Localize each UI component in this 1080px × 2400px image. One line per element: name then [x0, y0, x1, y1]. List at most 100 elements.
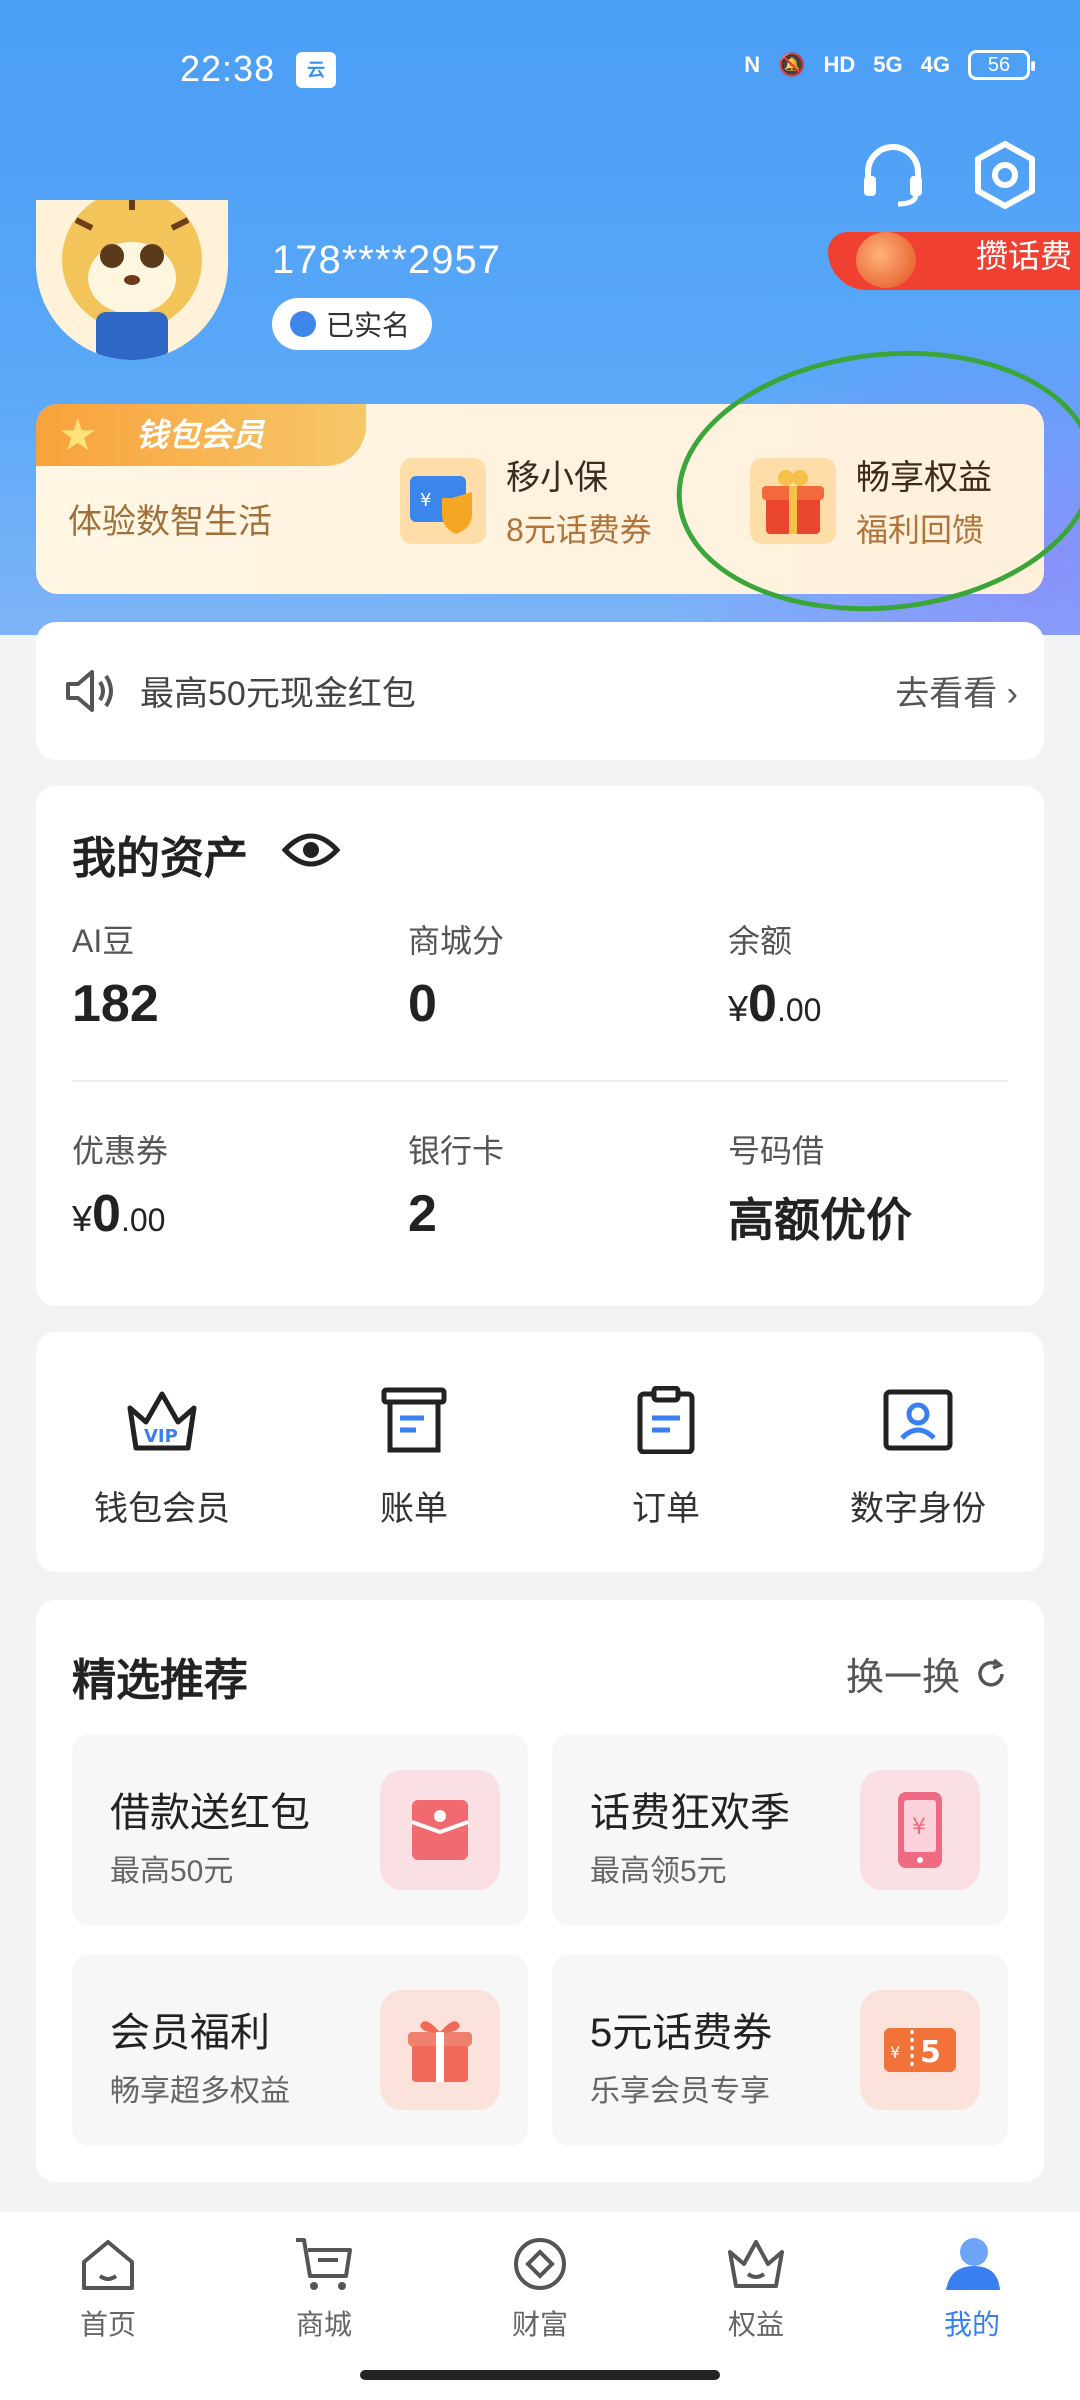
- headset-icon[interactable]: [858, 140, 928, 210]
- settings-hexagon-icon[interactable]: [970, 140, 1040, 210]
- svg-text:¥: ¥: [420, 490, 431, 511]
- recommend-item-title: 借款送红包: [110, 1791, 310, 1835]
- bill-icon: [381, 1387, 447, 1453]
- quick-actions-card: VIP 钱包会员 账单 订单 数字身份: [36, 1332, 1044, 1572]
- order-clipboard-icon: [637, 1385, 695, 1455]
- recommend-item-title: 话费狂欢季: [590, 1791, 790, 1835]
- svg-text:VIP: VIP: [144, 1426, 178, 1447]
- home-icon: [82, 2240, 134, 2290]
- user-verified-icon: [290, 311, 316, 337]
- recommend-item-subtitle: 最高50元: [110, 1855, 234, 1888]
- vip-crown-icon: VIP: [127, 1391, 197, 1451]
- amount-integer: 0: [748, 975, 777, 1033]
- id-card-icon: [883, 1389, 953, 1451]
- coupon-5-icon: ¥ 5: [860, 1990, 980, 2110]
- refresh-icon: [978, 1658, 1004, 1687]
- quick-action-bill[interactable]: 账单: [304, 1386, 524, 1572]
- member-badge-label: 钱包会员: [136, 417, 265, 453]
- refresh-label: 换一换: [845, 1657, 960, 1699]
- asset-value: 182: [72, 975, 159, 1033]
- asset-value: ¥0.00: [72, 1184, 168, 1244]
- nav-label: 权益: [727, 2309, 784, 2340]
- recommend-item-subtitle: 最高领5元: [590, 1855, 727, 1888]
- quick-action-label: 钱包会员: [94, 1490, 230, 1528]
- phone-number: 178****2957: [272, 238, 501, 282]
- assets-title: 我的资产: [72, 834, 248, 883]
- asset-mall-points[interactable]: 商城分 0: [408, 916, 504, 1034]
- member-item-insurance[interactable]: ¥ 移小保 8元话费券: [400, 450, 652, 551]
- recommend-item-member-benefit[interactable]: 会员福利 畅享超多权益: [72, 1954, 528, 2146]
- red-envelope-icon: [380, 1770, 500, 1890]
- cart-icon: [296, 2238, 352, 2290]
- phone-yuan-icon: ¥: [860, 1770, 980, 1890]
- my-assets-card: 我的资产 AI豆 182 商城分 0 余额 ¥0.00 优惠券 ¥0.00 银行…: [36, 786, 1044, 1306]
- mute-icon: 🔕: [778, 52, 806, 77]
- coupon-shield-icon: ¥: [400, 457, 486, 544]
- notice-bar[interactable]: 最高50元现金红包 去看看 ›: [36, 622, 1044, 760]
- asset-ai-beans[interactable]: AI豆 182: [72, 916, 159, 1034]
- status-right: Ν 🔕 HD 5G 4G 56: [744, 50, 1035, 80]
- nfc-icon: Ν: [744, 52, 761, 77]
- app-notification-icon: 云: [296, 52, 336, 88]
- nav-label: 商城: [295, 2309, 352, 2340]
- recommend-item-coupon[interactable]: 5元话费券 乐享会员专享 ¥ 5: [552, 1954, 1008, 2146]
- member-item-subtitle: 8元话费券: [506, 512, 652, 548]
- member-badge: ★ 钱包会员: [36, 404, 366, 466]
- recommend-title: 精选推荐: [72, 1656, 248, 1705]
- asset-bank-cards[interactable]: 银行卡 2: [408, 1126, 504, 1244]
- refresh-button[interactable]: 换一换: [846, 1646, 1008, 1701]
- asset-value: ¥0.00: [728, 974, 821, 1034]
- amount-decimal: .00: [776, 992, 822, 1028]
- battery-icon: 56: [968, 50, 1035, 80]
- recommend-card: 精选推荐 换一换 借款送红包 最高50元 话费狂欢季 最高领5元 ¥ 会员福利 …: [36, 1600, 1044, 2182]
- wealth-icon: [514, 2238, 566, 2290]
- quick-action-order[interactable]: 订单: [556, 1385, 776, 1572]
- verified-label: 已实名: [326, 310, 411, 341]
- nav-label: 首页: [79, 2309, 136, 2340]
- recommend-item-title: 5元话费券: [590, 2011, 773, 2055]
- member-subtitle: 体验数智生活: [68, 503, 272, 541]
- svg-text:5: 5: [920, 2035, 941, 2070]
- nav-home[interactable]: 首页: [18, 2232, 198, 2400]
- crown-icon: [728, 2240, 784, 2288]
- asset-value: 0: [408, 975, 437, 1033]
- red-packet-ball-icon: [856, 232, 916, 288]
- member-item-title: 移小保: [506, 459, 608, 497]
- promo-corner-banner[interactable]: 攒话费: [828, 232, 1080, 290]
- header-actions: [858, 140, 1040, 210]
- recommend-item-title: 会员福利: [110, 2011, 270, 2055]
- recommend-item-phone-bill[interactable]: 话费狂欢季 最高领5元 ¥: [552, 1734, 1008, 1926]
- amount-integer: 0: [92, 1185, 121, 1243]
- hd-icon: HD: [823, 52, 856, 77]
- notice-action[interactable]: 去看看 ›: [895, 666, 1018, 715]
- user-icon: [946, 2238, 1000, 2290]
- home-indicator[interactable]: [360, 2370, 720, 2380]
- asset-label: AI豆: [72, 923, 135, 959]
- divider: [72, 1080, 1008, 1082]
- quick-action-label: 账单: [380, 1490, 448, 1528]
- chevron-right-icon: ›: [1006, 675, 1018, 713]
- recommend-item-subtitle: 畅享超多权益: [110, 2075, 290, 2108]
- asset-label: 银行卡: [408, 1133, 505, 1169]
- notice-action-label: 去看看: [895, 675, 998, 713]
- signal-4g-icon: 4G: [920, 52, 950, 77]
- quick-action-digital-id[interactable]: 数字身份: [808, 1386, 1028, 1572]
- asset-coupons[interactable]: 优惠券 ¥0.00: [72, 1126, 168, 1244]
- star-icon: ★: [58, 411, 98, 460]
- asset-balance[interactable]: 余额 ¥0.00: [728, 916, 821, 1034]
- nav-mine[interactable]: 我的: [882, 2232, 1062, 2400]
- status-time: 22:38: [180, 48, 276, 89]
- promo-corner-label: 攒话费: [975, 238, 1072, 274]
- asset-label: 商城分: [408, 923, 505, 959]
- asset-number-loan[interactable]: 号码借 高额优价: [728, 1126, 912, 1250]
- verified-badge[interactable]: 已实名: [272, 298, 433, 350]
- notice-text: 最高50元现金红包: [140, 675, 416, 713]
- svg-text:¥: ¥: [890, 2043, 900, 2062]
- currency-symbol: ¥: [72, 1198, 93, 1239]
- recommend-item-loan[interactable]: 借款送红包 最高50元: [72, 1734, 528, 1926]
- speaker-icon: [66, 670, 113, 712]
- eye-icon[interactable]: [282, 828, 340, 872]
- nav-label: 我的: [943, 2309, 1000, 2340]
- quick-action-wallet-member[interactable]: VIP 钱包会员: [52, 1386, 272, 1572]
- asset-value: 高额优价: [728, 1194, 912, 1246]
